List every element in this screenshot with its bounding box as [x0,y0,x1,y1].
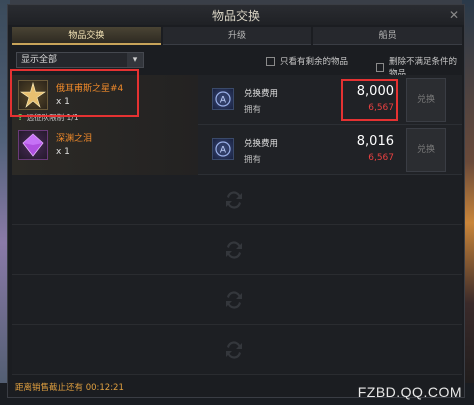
only-remaining-label: 只看有剩余的物品 [280,57,349,67]
title-bar: 物品交换 ✕ [8,5,464,25]
checkbox-box[interactable] [266,56,275,66]
item-exchange-window: 物品交换 ✕ 物品交换 升级 船员 显示全部 ▾ 只看有剩余的物品 删除不满足条… [7,4,465,398]
swap-icon [226,241,242,259]
close-icon[interactable]: ✕ [447,8,461,22]
currency-icon: A [212,138,234,160]
dropdown-value: 显示全部 [21,55,58,65]
empty-slot [12,275,462,325]
window-title: 物品交换 [211,9,260,23]
own-label: 拥有 [244,155,262,165]
highlight-box-item [10,69,139,117]
tab-item-exchange[interactable]: 物品交换 [12,27,161,45]
swap-icon [226,291,242,309]
tab-crew[interactable]: 船员 [313,27,463,45]
own-label: 拥有 [244,105,262,115]
empty-slot [12,225,462,275]
item-cell: 深渊之泪 x 1 [12,125,198,175]
checkbox-box[interactable] [376,62,385,72]
empty-slot [12,175,462,225]
cost-value: 8,016 [356,134,394,149]
own-value: 6,567 [368,153,394,163]
currency-icon: A [212,88,234,110]
purple-gem-icon[interactable] [18,130,48,160]
svg-text:A: A [220,96,227,106]
svg-text:A: A [220,146,227,156]
exchange-button[interactable]: 兑换 [406,78,446,122]
sale-countdown: 距离销售截止还有 00:12:21 [15,383,124,393]
tab-bar: 物品交换 升级 船员 [12,27,463,45]
swap-icon [226,341,242,359]
item-quantity: x 1 [56,147,70,157]
item-name: 深渊之泪 [56,134,93,144]
cost-cell: A 兑换费用 拥有 8,016 6,567 [206,125,398,175]
list-item: 深渊之泪 x 1 A 兑换费用 拥有 8,016 6,567 兑换 [12,125,462,175]
watermark: FZBD.QQ.COM [357,384,462,400]
empty-slot [12,325,462,375]
swap-icon [226,191,242,209]
display-filter-dropdown[interactable]: 显示全部 ▾ [16,52,144,68]
chevron-down-icon: ▾ [127,53,143,67]
cost-label: 兑换费用 [244,139,279,149]
filter-row: 显示全部 ▾ 只看有剩余的物品 删除不满足条件的物品 [12,52,462,79]
tab-upgrade[interactable]: 升级 [162,27,312,45]
exchange-button[interactable]: 兑换 [406,128,446,172]
only-remaining-checkbox[interactable]: 只看有剩余的物品 [266,55,348,67]
cost-label: 兑换费用 [244,89,279,99]
highlight-box-cost [341,79,398,121]
